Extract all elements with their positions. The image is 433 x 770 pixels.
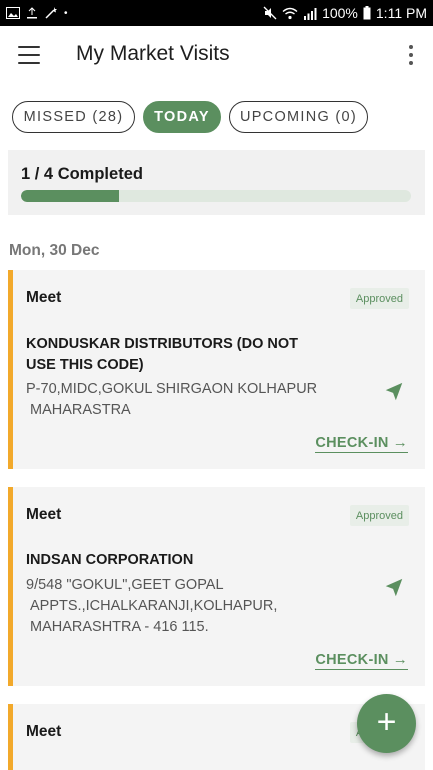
visit-type: Meet bbox=[26, 289, 62, 306]
visit-type: Meet bbox=[26, 506, 62, 523]
visit-address: P-70,MIDC,GOKUL SHIRGAON KOLHAPUR MAHARA… bbox=[26, 381, 318, 418]
check-in-button[interactable]: CHECK-IN → bbox=[315, 434, 408, 453]
tab-today[interactable]: TODAY bbox=[143, 101, 221, 133]
visit-card[interactable]: Meet Approved KONDUSKAR DISTRIBUTORS (DO… bbox=[8, 270, 425, 469]
check-in-label: CHECK-IN bbox=[315, 434, 389, 451]
status-bar: • 100% 1:11 PM bbox=[0, 0, 433, 26]
navigation-arrow-icon[interactable] bbox=[383, 381, 405, 403]
tab-upcoming[interactable]: UPCOMING (0) bbox=[229, 101, 368, 133]
status-badge: Approved bbox=[349, 505, 409, 526]
date-header: Mon, 30 Dec bbox=[9, 242, 100, 259]
upload-icon bbox=[27, 7, 37, 19]
app-screen: • 100% 1:11 PM My Market Visits MISSED (… bbox=[0, 0, 433, 770]
status-notifications: • bbox=[6, 7, 68, 19]
hamburger-icon[interactable] bbox=[17, 43, 41, 67]
mute-icon bbox=[263, 6, 277, 20]
gallery-icon bbox=[6, 7, 20, 19]
magic-wand-icon bbox=[45, 7, 57, 19]
navigation-arrow-icon[interactable] bbox=[383, 577, 405, 599]
battery-icon bbox=[363, 6, 371, 20]
arrow-right-icon: → bbox=[392, 434, 408, 451]
progress-bar bbox=[21, 190, 411, 202]
dot-icon: • bbox=[64, 7, 68, 19]
signal-icon bbox=[304, 7, 317, 20]
battery-percentage: 100% bbox=[322, 5, 358, 21]
page-title: My Market Visits bbox=[76, 42, 230, 65]
progress-bar-fill bbox=[21, 190, 119, 202]
visit-name: INDSAN CORPORATION bbox=[26, 552, 194, 568]
arrow-right-icon: → bbox=[392, 651, 408, 668]
visit-type: Meet bbox=[26, 723, 62, 740]
status-system: 100% 1:11 PM bbox=[263, 5, 427, 21]
check-in-label: CHECK-IN bbox=[315, 651, 389, 668]
progress-card: 1 / 4 Completed bbox=[8, 150, 425, 215]
check-in-button[interactable]: CHECK-IN → bbox=[315, 651, 408, 670]
status-badge: Approved bbox=[349, 288, 409, 309]
progress-label: 1 / 4 Completed bbox=[21, 165, 143, 183]
visit-name: KONDUSKAR DISTRIBUTORS (DO NOT USE THIS … bbox=[26, 336, 299, 373]
app-bar: My Market Visits bbox=[0, 26, 433, 84]
plus-icon: + bbox=[376, 703, 397, 741]
visit-card[interactable]: Meet Approved INDSAN CORPORATION 9/548 "… bbox=[8, 487, 425, 686]
more-vertical-icon[interactable] bbox=[405, 42, 417, 68]
wifi-icon bbox=[282, 7, 298, 19]
tab-missed[interactable]: MISSED (28) bbox=[12, 101, 135, 133]
clock: 1:11 PM bbox=[375, 5, 427, 21]
visit-address: 9/548 "GOKUL",GEET GOPAL APPTS.,ICHALKAR… bbox=[26, 577, 278, 635]
add-visit-button[interactable]: + bbox=[357, 694, 416, 753]
filter-tabs: MISSED (28) TODAY UPCOMING (0) bbox=[12, 101, 368, 133]
